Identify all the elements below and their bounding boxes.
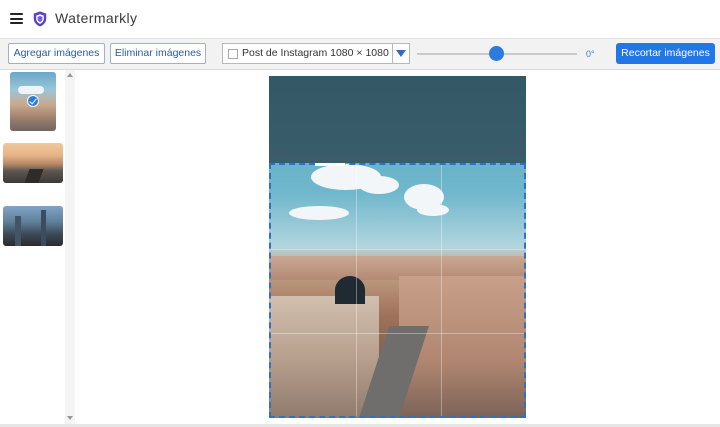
hamburger-menu-icon[interactable] [10, 13, 23, 24]
rotation-slider-thumb[interactable] [489, 46, 504, 61]
crop-frame[interactable] [269, 163, 526, 418]
app-title: Watermarkly [55, 10, 138, 26]
check-icon [27, 95, 39, 107]
add-images-button[interactable]: Agregar imágenes [8, 43, 105, 64]
thumbnail-desert-road[interactable] [3, 143, 63, 183]
scroll-down-arrow-icon[interactable] [67, 416, 73, 420]
thumbnail-city-skyline[interactable] [3, 206, 63, 246]
remove-images-button[interactable]: Eliminar imágenes [110, 43, 206, 64]
rotation-value: 0° [586, 49, 595, 59]
thumbnail-cloud [18, 86, 44, 94]
shield-logo-icon [33, 11, 47, 27]
sidebar-scrollbar[interactable] [65, 70, 75, 424]
thumbnail-city-aerial[interactable] [10, 72, 56, 131]
thumbnail-tower [15, 216, 21, 246]
crop-top-handle[interactable] [315, 163, 345, 166]
crop-preset-select[interactable]: Post de Instagram 1080 × 1080 [222, 43, 410, 64]
image-thumbnail-sidebar [0, 70, 75, 427]
crop-grid-line [356, 165, 357, 416]
crop-outside-overlay [269, 76, 526, 163]
chevron-down-icon[interactable] [392, 44, 409, 63]
app-header: Watermarkly [0, 0, 720, 39]
crop-images-button[interactable]: Recortar imágenes [616, 43, 715, 64]
thumbnail-tower [41, 210, 46, 246]
crop-grid-line [441, 165, 442, 416]
crop-grid-line [271, 333, 524, 334]
scroll-up-arrow-icon[interactable] [67, 73, 73, 77]
crop-grid-line [271, 249, 524, 250]
editor-toolbar: Agregar imágenes Eliminar imágenes Post … [0, 39, 720, 70]
preset-checkbox[interactable] [228, 49, 238, 59]
thumbnail-road [24, 169, 44, 183]
crop-preset-label: Post de Instagram 1080 × 1080 [242, 47, 389, 59]
